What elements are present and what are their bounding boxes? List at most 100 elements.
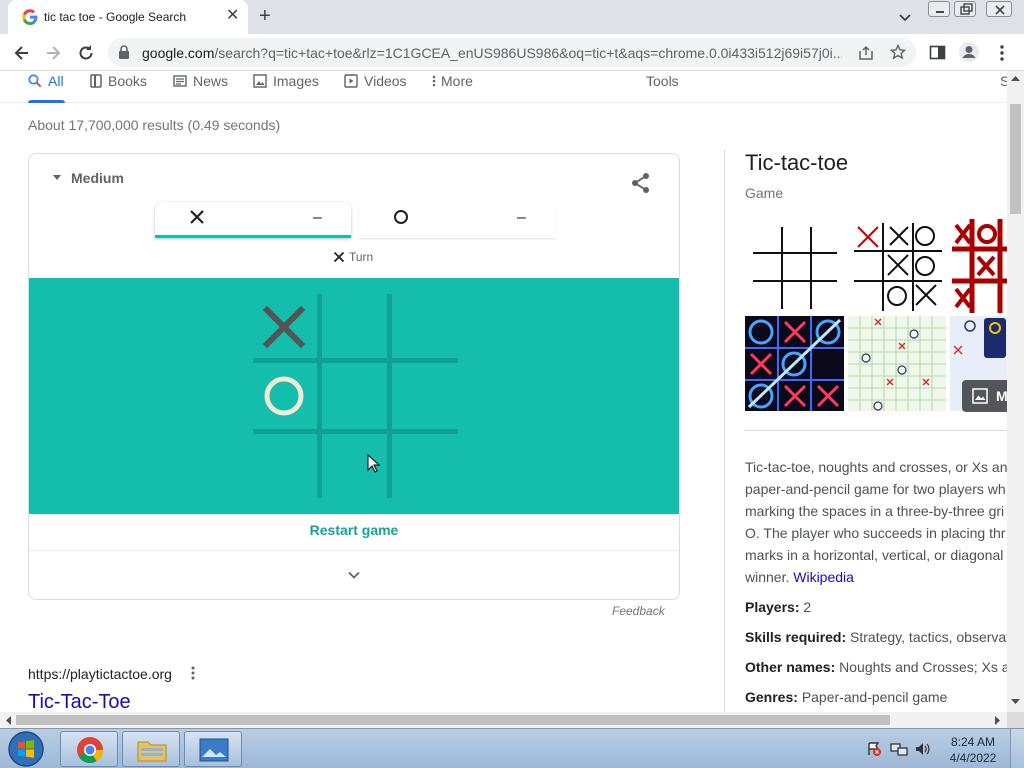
- url-path: /search?q=tic+tac+toe&rlz=1C1GCEA_enUS98…: [214, 45, 842, 61]
- board-cell-2[interactable]: [322, 294, 387, 358]
- wikipedia-link[interactable]: Wikipedia: [793, 569, 854, 585]
- board-cell-6[interactable]: [392, 363, 458, 429]
- image-thumbnail-5[interactable]: [848, 316, 946, 411]
- tools-button[interactable]: Tools: [646, 73, 679, 89]
- more-images-label: M: [996, 388, 1008, 404]
- new-tab-button[interactable]: +: [259, 5, 271, 27]
- image-thumbnail-3[interactable]: [952, 219, 1007, 313]
- description-line: marks in a horizontal, vertical, or diag…: [745, 547, 1004, 563]
- tab-videos[interactable]: Videos: [344, 73, 407, 89]
- fact-players: Players: 2: [745, 599, 811, 615]
- taskbar-explorer-button[interactable]: [122, 731, 180, 767]
- difficulty-dropdown[interactable]: Medium: [53, 170, 124, 186]
- forward-arrow-icon[interactable]: [43, 43, 63, 63]
- reload-icon[interactable]: [76, 43, 96, 63]
- fact-skills: Skills required: Strategy, tactics, obse…: [745, 629, 1013, 645]
- turn-indicator: Turn: [333, 250, 373, 264]
- network-icon[interactable]: [890, 741, 908, 757]
- game-board: [29, 278, 679, 514]
- restore-icon: [960, 3, 973, 15]
- browser-menu-icon[interactable]: [996, 44, 1008, 62]
- browser-tab-strip: tic tac toe - Google Search ✕ +: [0, 0, 1024, 34]
- player-x-score-value: –: [313, 209, 322, 226]
- tab-all[interactable]: All: [28, 73, 64, 89]
- fact-value: Strategy, tactics, observati: [850, 629, 1014, 645]
- tab-images[interactable]: Images: [253, 73, 319, 89]
- tab-books[interactable]: Books: [90, 73, 147, 89]
- knowledge-panel-separator: [745, 430, 1007, 431]
- close-window-icon: [995, 5, 1005, 15]
- restore-button[interactable]: [954, 1, 976, 17]
- multi-grid-image: [848, 316, 946, 411]
- image-thumbnail-4[interactable]: [745, 316, 844, 411]
- result-title-link[interactable]: Tic-Tac-Toe: [28, 691, 131, 714]
- fact-label: Players:: [745, 599, 800, 615]
- turn-label: Turn: [349, 250, 374, 264]
- tab-more[interactable]: More: [431, 73, 473, 89]
- clock-date: 4/4/2022: [949, 751, 997, 765]
- result-more-icon[interactable]: [190, 664, 196, 680]
- minimize-button[interactable]: [928, 1, 950, 17]
- taskbar-photo-viewer-button[interactable]: [184, 731, 242, 767]
- x-turn-icon: [333, 251, 345, 263]
- grid-line-v1: [317, 294, 322, 498]
- expand-chevron-icon[interactable]: [346, 567, 362, 583]
- browser-tab[interactable]: tic tac toe - Google Search ✕: [8, 0, 248, 34]
- board-cell-7[interactable]: [253, 434, 317, 498]
- url-text[interactable]: google.com/search?q=tic+tac+toe&rlz=1C1G…: [142, 45, 842, 61]
- action-center-flag-icon[interactable]: [866, 741, 882, 757]
- scroll-up-arrow-icon[interactable]: [1011, 75, 1020, 81]
- address-bar[interactable]: google.com/search?q=tic+tac+toe&rlz=1C1G…: [108, 38, 916, 67]
- tab-news[interactable]: News: [173, 73, 228, 89]
- image-thumbnail-1[interactable]: [745, 219, 843, 313]
- grid-line-v2: [387, 294, 392, 498]
- scroll-left-arrow-icon[interactable]: [5, 716, 11, 725]
- back-arrow-icon[interactable]: [12, 43, 32, 63]
- side-panel-icon[interactable]: [929, 44, 946, 61]
- fact-label: Genres:: [745, 689, 798, 705]
- result-url[interactable]: https://playtictactoe.org: [28, 666, 172, 682]
- board-cell-9[interactable]: [392, 434, 458, 498]
- lock-icon[interactable]: [118, 45, 130, 59]
- board-cell-5[interactable]: [322, 363, 387, 429]
- more-images-button[interactable]: M: [962, 380, 1012, 412]
- board-cell-3[interactable]: [392, 294, 458, 358]
- search-icon: [28, 74, 42, 88]
- tab-all-label: All: [48, 73, 64, 89]
- more-vert-icon: [432, 75, 436, 87]
- grid-line-h2: [253, 429, 458, 434]
- feedback-link[interactable]: Feedback: [612, 604, 665, 618]
- knowledge-panel-subtitle: Game: [745, 185, 784, 201]
- description-line: paper-and-pencil game for two players wh: [745, 481, 1006, 497]
- taskbar-chrome-button[interactable]: [60, 731, 118, 767]
- start-button-icon[interactable]: [6, 730, 46, 768]
- show-desktop-button[interactable]: [1010, 729, 1024, 768]
- empty-grid-image: [753, 227, 837, 309]
- red-chalk-grid-image: [952, 219, 1007, 313]
- bookmark-star-icon[interactable]: [890, 44, 906, 60]
- share-page-icon[interactable]: [858, 45, 874, 61]
- scroll-right-arrow-icon[interactable]: [995, 716, 1001, 725]
- tic-tac-toe-game-card: Medium – – Turn Restart game: [28, 153, 680, 600]
- photo-viewer-icon: [199, 738, 229, 762]
- description-line: winner.: [745, 569, 790, 585]
- board-cell-4[interactable]: [253, 363, 317, 429]
- browser-toolbar: google.com/search?q=tic+tac+toe&rlz=1C1G…: [0, 34, 1024, 71]
- mouse-cursor-icon: [367, 454, 381, 473]
- restart-game-button[interactable]: Restart game: [29, 522, 679, 538]
- close-tab-icon[interactable]: ✕: [226, 7, 239, 25]
- share-icon[interactable]: [629, 171, 653, 195]
- profile-avatar-icon[interactable]: [958, 41, 980, 63]
- volume-icon[interactable]: [914, 741, 932, 757]
- dropdown-arrow-icon: [53, 175, 61, 180]
- taskbar-clock[interactable]: 8:24 AM 4/4/2022: [948, 734, 998, 766]
- scroll-down-arrow-icon[interactable]: [1011, 699, 1020, 705]
- horizontal-scroll-thumb[interactable]: [16, 715, 890, 725]
- result-stats: About 17,700,000 results (0.49 seconds): [28, 117, 281, 133]
- tab-search-chevron-icon[interactable]: [897, 9, 913, 25]
- fact-genres: Genres: Paper-and-pencil game: [745, 689, 947, 705]
- book-icon: [90, 74, 102, 88]
- close-window-button[interactable]: [986, 1, 1012, 17]
- vertical-scroll-thumb[interactable]: [1010, 104, 1021, 214]
- image-thumbnail-2[interactable]: [850, 219, 946, 313]
